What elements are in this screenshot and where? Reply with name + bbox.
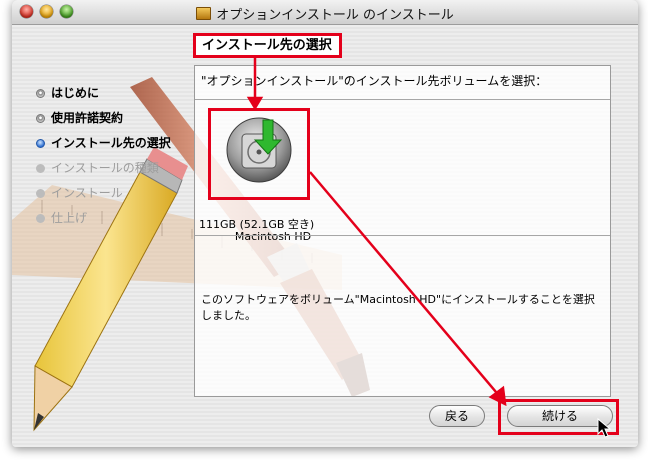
window-title-wrap: オプションインストール のインストール [12,4,638,23]
step-item-license: 使用許諾契約 [36,106,171,131]
step-item-install-type: インストールの種類 [36,156,171,181]
back-button[interactable]: 戻る [429,405,485,427]
package-icon [196,7,212,20]
step-label: 使用許諾契約 [51,111,124,125]
steps-list: はじめに 使用許諾契約 インストール先の選択 インストールの種類 インストール … [36,81,171,231]
step-complete-icon [36,89,45,98]
destination-prompt: "オプションインストール"のインストール先ボリュームを選択： [201,74,548,88]
step-item-introduction: はじめに [36,81,171,106]
step-label: インストール先の選択 [51,136,171,150]
continue-button[interactable]: 続ける [507,405,613,427]
installer-window: オプションインストール のインストール インストール先の選択 はじめに 使用許諾… [12,0,638,447]
volume-highlight-annotation [208,108,310,200]
step-label: インストール [51,186,123,200]
step-label: インストールの種類 [51,161,159,175]
window-title: オプションインストール のインストール [216,8,454,23]
volume-size: 111GB (52.1GB 空き) [199,218,315,231]
step-title: インストール先の選択 [193,33,342,58]
step-current-icon [36,139,45,148]
step-label: 仕上げ [51,211,88,225]
step-pending-icon [36,189,45,198]
selection-description: このソフトウェアをボリューム"Macintosh HD"にインストールすることを… [201,293,595,322]
step-pending-icon [36,164,45,173]
installer-content: インストール先の選択 はじめに 使用許諾契約 インストール先の選択 インストール… [12,25,638,447]
divider [195,235,610,236]
title-bar: オプションインストール のインストール [12,0,638,25]
divider [195,99,610,100]
step-item-install: インストール [36,181,171,206]
step-item-summary: 仕上げ [36,206,171,231]
step-item-destination: インストール先の選択 [36,131,171,156]
step-label: はじめに [51,86,100,100]
step-complete-icon [36,114,45,123]
step-pending-icon [36,214,45,223]
